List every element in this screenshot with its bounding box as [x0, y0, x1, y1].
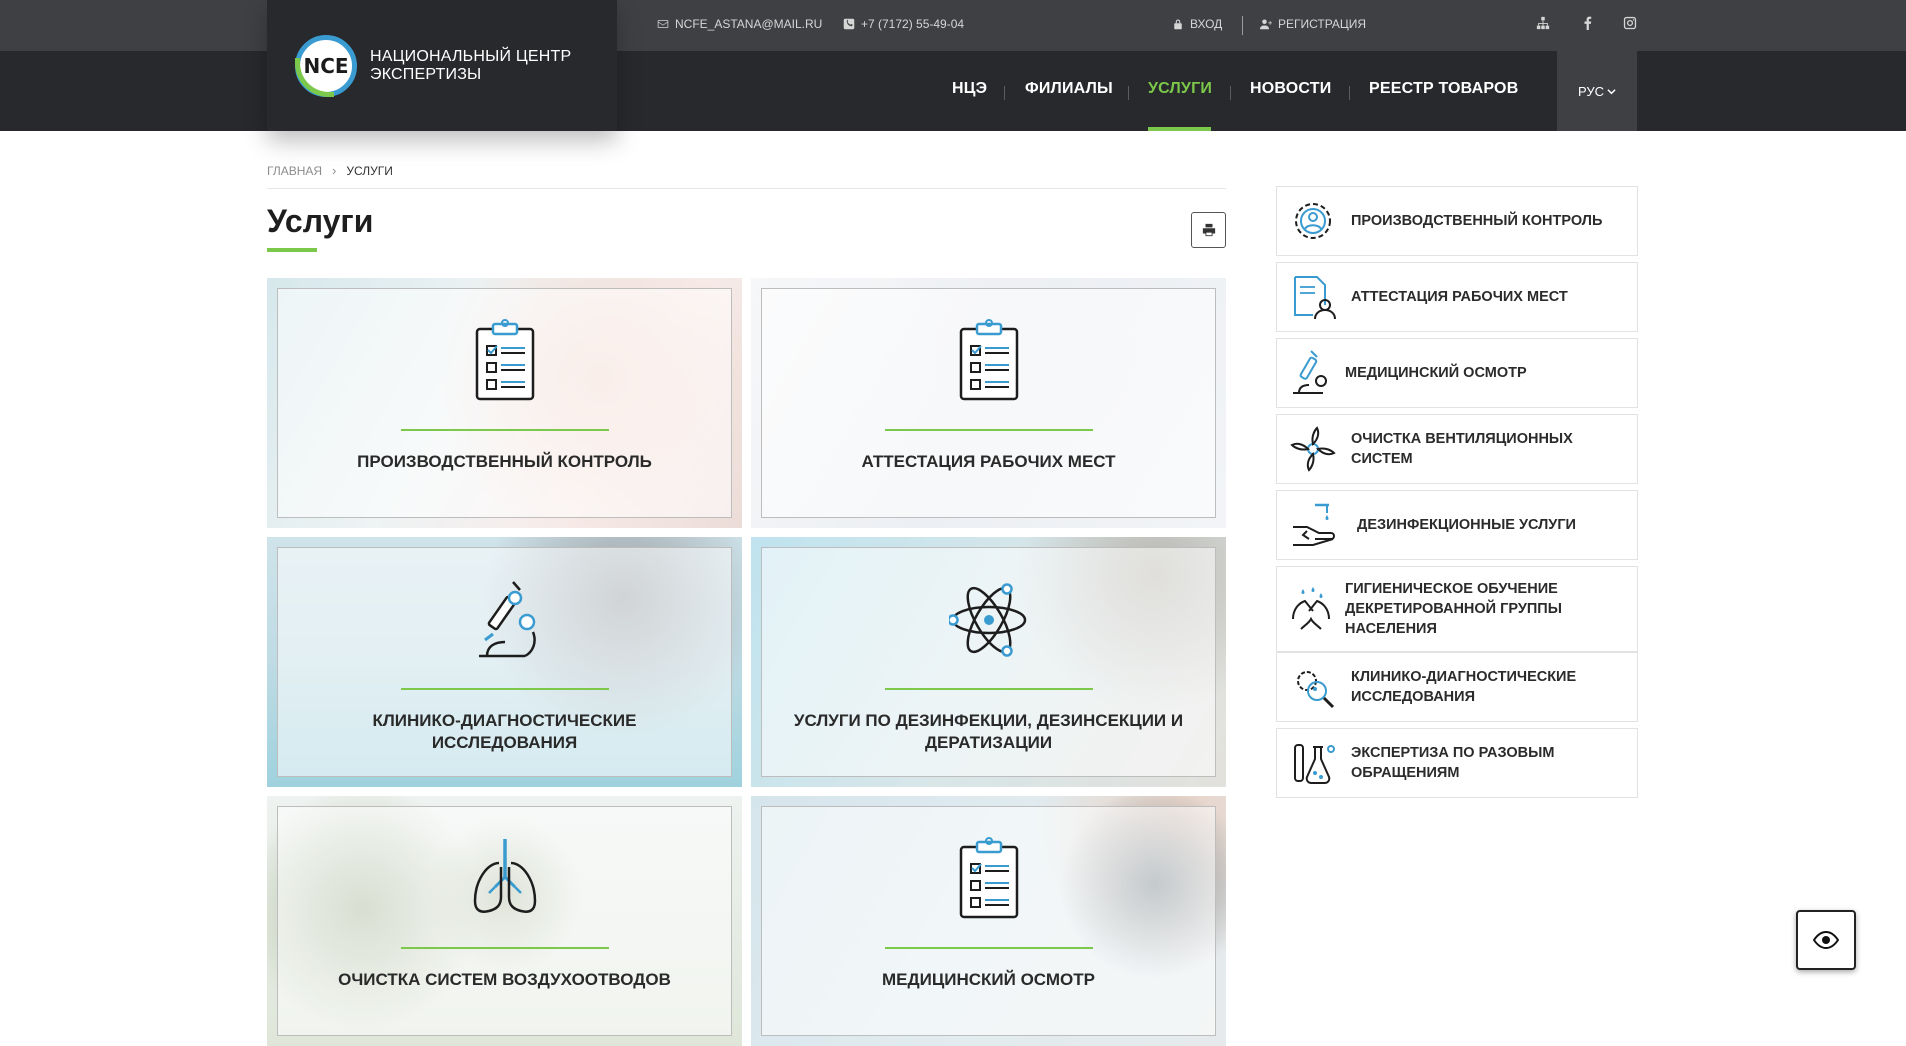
nav-divider	[1004, 86, 1005, 100]
eye-icon	[1813, 931, 1839, 949]
site-logo[interactable]: NCE НАЦИОНАЛЬНЫЙ ЦЕНТР ЭКСПЕРТИЗЫ	[267, 0, 617, 131]
printer-icon	[1202, 223, 1215, 237]
top-divider	[1242, 16, 1243, 35]
card-accent-line	[884, 429, 1093, 431]
sidebar-item-label: КЛИНИКО-ДИАГНОСТИЧЕСКИЕ ИССЛЕДОВАНИЯ	[1351, 669, 1577, 705]
service-card-medical-examination[interactable]: МЕДИЦИНСКИЙ ОСМОТР	[751, 796, 1226, 1046]
nav-item-nce[interactable]: НЦЭ	[952, 80, 987, 98]
contact-phone-text: +7 (7172) 55-49-04	[861, 17, 965, 31]
page-title-accent	[267, 248, 317, 252]
language-selector[interactable]: РУС	[1557, 51, 1637, 131]
nav-item-branches[interactable]: ФИЛИАЛЫ	[1025, 80, 1113, 98]
nav-item-news[interactable]: НОВОСТИ	[1250, 80, 1331, 98]
sitemap-icon	[1536, 16, 1550, 30]
accessibility-button[interactable]	[1796, 910, 1856, 970]
print-button[interactable]	[1191, 212, 1226, 248]
service-card-workplace-certification[interactable]: АТТЕСТАЦИЯ РАБОЧИХ МЕСТ	[751, 278, 1226, 528]
logo-mark-icon: NCE	[295, 34, 357, 97]
breadcrumb-separator-icon: ›	[332, 163, 337, 178]
card-accent-line	[400, 947, 609, 949]
breadcrumb: ГЛАВНАЯ › УСЛУГИ	[267, 163, 393, 178]
lungs-icon	[473, 839, 536, 913]
microscope-icon	[478, 581, 536, 658]
clipboard-checklist-icon	[475, 319, 534, 401]
sidebar-item-label: ЭКСПЕРТИЗА ПО РАЗОВЫМ ОБРАЩЕНИЯМ	[1351, 745, 1555, 781]
microscope-icon	[1293, 350, 1327, 394]
service-card-production-control[interactable]: ПРОИЗВОДСТВЕННЫЙ КОНТРОЛЬ	[267, 278, 742, 528]
chevron-down-icon	[1607, 88, 1616, 94]
lab-flask-icon	[1294, 744, 1335, 784]
language-label: РУС	[1577, 83, 1605, 99]
nav-divider	[1349, 86, 1350, 100]
breadcrumb-current: УСЛУГИ	[346, 163, 393, 178]
sidebar-item-production-control[interactable]: ПРОИЗВОДСТВЕННЫЙ КОНТРОЛЬ	[1276, 186, 1638, 256]
hand-washing-icon	[1292, 587, 1330, 630]
nav-active-indicator	[1148, 127, 1211, 131]
sidebar-item-hygiene-training[interactable]: ГИГИЕНИЧЕСКОЕ ОБУЧЕНИЕ ДЕКРЕТИРОВАННОЙ Г…	[1276, 566, 1638, 652]
document-worker-icon	[1294, 276, 1336, 320]
card-accent-line	[884, 688, 1093, 690]
sidebar-item-label: ПРОИЗВОДСТВЕННЫЙ КОНТРОЛЬ	[1351, 213, 1603, 229]
nav-divider	[1230, 86, 1231, 100]
clipboard-checklist-icon	[959, 837, 1018, 919]
login-text: ВХОД	[1190, 17, 1223, 31]
sidebar-item-label: ДЕЗИНФЕКЦИОННЫЕ УСЛУГИ	[1357, 517, 1576, 533]
card-title: ОЧИСТКА СИСТЕМ ВОЗДУХООТВОДОВ	[338, 970, 671, 989]
sidebar-item-medical-examination[interactable]: МЕДИЦИНСКИЙ ОСМОТР	[1276, 338, 1638, 408]
sidebar-item-label: ГИГИЕНИЧЕСКОЕ ОБУЧЕНИЕ ДЕКРЕТИРОВАННОЙ Г…	[1345, 581, 1562, 637]
facebook-icon	[1584, 16, 1592, 30]
sidebar-item-one-time-expertise[interactable]: ЭКСПЕРТИЗА ПО РАЗОВЫМ ОБРАЩЕНИЯМ	[1276, 728, 1638, 798]
sidebar-item-ventilation-cleaning[interactable]: ОЧИСТКА ВЕНТИЛЯЦИОННЫХ СИСТЕМ	[1276, 414, 1638, 484]
card-title: ПРОИЗВОДСТВЕННЫЙ КОНТРОЛЬ	[357, 452, 652, 471]
service-card-clinical-diagnostics[interactable]: КЛИНИКО-ДИАГНОСТИЧЕСКИЕ ИССЛЕДОВАНИЯ	[267, 537, 742, 787]
sidebar-item-disinfection[interactable]: ДЕЗИНФЕКЦИОННЫЕ УСЛУГИ	[1276, 490, 1638, 560]
nav-divider	[1128, 86, 1129, 100]
nav-item-registry[interactable]: РЕЕСТР ТОВАРОВ	[1369, 80, 1518, 98]
page-title: Услуги	[267, 203, 374, 239]
virus-magnifier-icon	[1297, 671, 1335, 709]
lock-icon	[1174, 19, 1182, 30]
sidebar-item-label: ОЧИСТКА ВЕНТИЛЯЦИОННЫХ СИСТЕМ	[1351, 431, 1573, 467]
register-link[interactable]: РЕГИСТРАЦИЯ	[1260, 17, 1366, 31]
atom-icon	[948, 583, 1026, 657]
card-title: МЕДИЦИНСКИЙ ОСМОТР	[882, 970, 1095, 989]
ventilation-fan-icon	[1290, 426, 1336, 472]
breadcrumb-divider	[267, 188, 1226, 189]
phone-icon	[843, 18, 855, 30]
card-title: УСЛУГИ ПО ДЕЗИНФЕКЦИИ, ДЕЗИНСЕКЦИИ И ДЕР…	[793, 711, 1184, 752]
clipboard-checklist-icon	[959, 319, 1018, 401]
instagram-icon	[1623, 16, 1637, 30]
user-plus-icon	[1260, 19, 1272, 30]
card-accent-line	[400, 429, 609, 431]
sidebar-item-label: АТТЕСТАЦИЯ РАБОЧИХ МЕСТ	[1351, 289, 1568, 305]
contact-phone[interactable]: +7 (7172) 55-49-04	[843, 17, 964, 31]
logo-text-line-1: НАЦИОНАЛЬНЫЙ ЦЕНТР	[370, 47, 572, 65]
gear-person-icon	[1295, 203, 1331, 239]
contact-email-text: NCFE_ASTANA@MAIL.RU	[675, 17, 823, 31]
logo-text: НАЦИОНАЛЬНЫЙ ЦЕНТР ЭКСПЕРТИЗЫ	[370, 48, 571, 84]
instagram-link[interactable]	[1623, 16, 1639, 32]
card-title: АТТЕСТАЦИЯ РАБОЧИХ МЕСТ	[861, 452, 1116, 471]
logo-mark-text: NCE	[303, 53, 349, 78]
sitemap-button[interactable]	[1536, 16, 1552, 32]
login-link[interactable]: ВХОД	[1172, 17, 1222, 31]
nav-item-services[interactable]: УСЛУГИ	[1148, 80, 1212, 98]
service-card-air-duct-cleaning[interactable]: ОЧИСТКА СИСТЕМ ВОЗДУХООТВОДОВ	[267, 796, 742, 1046]
sidebar-item-workplace-certification[interactable]: АТТЕСТАЦИЯ РАБОЧИХ МЕСТ	[1276, 262, 1638, 332]
service-card-disinfection[interactable]: УСЛУГИ ПО ДЕЗИНФЕКЦИИ, ДЕЗИНСЕКЦИИ И ДЕР…	[751, 537, 1226, 787]
breadcrumb-home[interactable]: ГЛАВНАЯ	[267, 164, 322, 178]
register-text: РЕГИСТРАЦИЯ	[1278, 17, 1367, 31]
logo-text-line-2: ЭКСПЕРТИЗЫ	[370, 65, 482, 83]
card-title: КЛИНИКО-ДИАГНОСТИЧЕСКИЕ ИССЛЕДОВАНИЯ	[372, 711, 637, 752]
sidebar-item-clinical-diagnostics[interactable]: КЛИНИКО-ДИАГНОСТИЧЕСКИЕ ИССЛЕДОВАНИЯ	[1276, 652, 1638, 722]
card-accent-line	[884, 947, 1093, 949]
hand-drop-icon	[1293, 503, 1335, 546]
contact-email[interactable]: NCFE_ASTANA@MAIL.RU	[657, 17, 822, 31]
card-accent-line	[400, 688, 609, 690]
envelope-icon	[657, 20, 669, 28]
sidebar-item-label: МЕДИЦИНСКИЙ ОСМОТР	[1345, 365, 1527, 381]
facebook-link[interactable]	[1581, 16, 1597, 32]
